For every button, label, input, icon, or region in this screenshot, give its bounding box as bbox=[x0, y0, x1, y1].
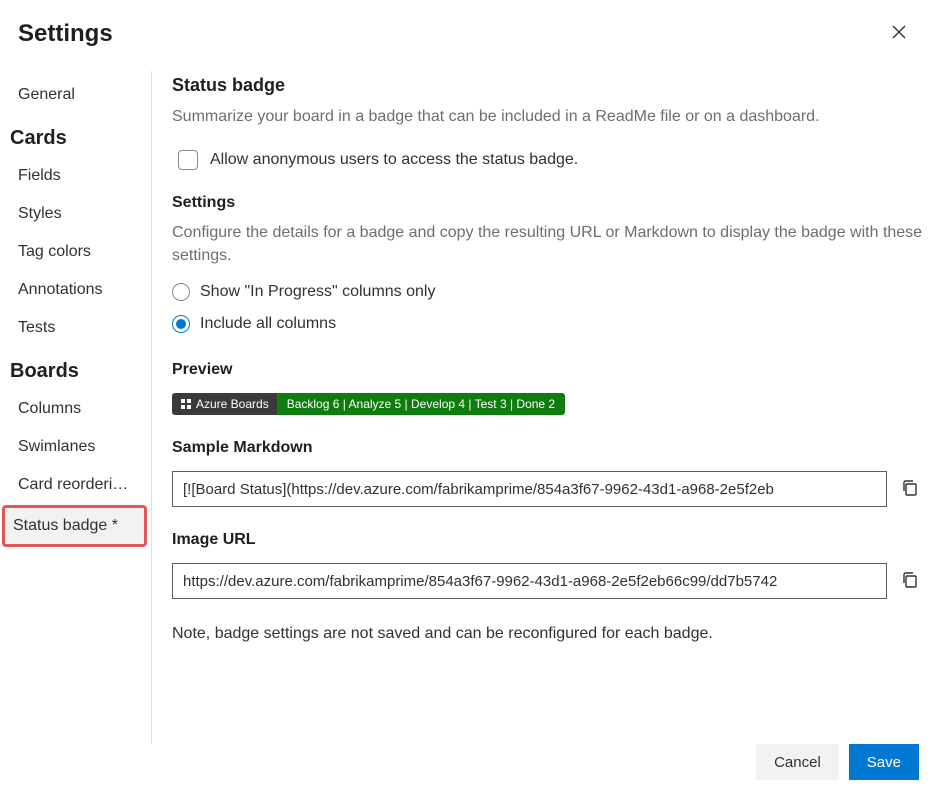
preview-heading: Preview bbox=[172, 361, 923, 379]
copy-icon bbox=[901, 571, 919, 589]
cancel-button[interactable]: Cancel bbox=[756, 744, 839, 780]
radio-allcolumns[interactable] bbox=[172, 315, 190, 333]
settings-dialog: Settings General Cards Fields Styles Tag… bbox=[0, 0, 941, 798]
copy-markdown-button[interactable] bbox=[897, 475, 923, 504]
sidebar-group-boards: Boards bbox=[0, 348, 151, 389]
sidebar-item-general[interactable]: General bbox=[0, 77, 151, 113]
sidebar-item-card-reordering[interactable]: Card reorderi… bbox=[0, 467, 151, 503]
sample-markdown-input[interactable] bbox=[172, 471, 887, 507]
sidebar: General Cards Fields Styles Tag colors A… bbox=[0, 71, 152, 744]
azure-boards-icon bbox=[180, 398, 192, 410]
sidebar-group-cards: Cards bbox=[0, 115, 151, 156]
close-button[interactable] bbox=[885, 18, 913, 49]
image-url-row bbox=[172, 563, 923, 599]
settings-subheading: Settings bbox=[172, 194, 923, 212]
note-text: Note, badge settings are not saved and c… bbox=[172, 625, 923, 643]
section-description: Summarize your board in a badge that can… bbox=[172, 106, 923, 128]
dialog-title: Settings bbox=[18, 20, 113, 48]
image-url-heading: Image URL bbox=[172, 531, 923, 549]
copy-url-button[interactable] bbox=[897, 567, 923, 596]
radio-inprogress-row[interactable]: Show "In Progress" columns only bbox=[172, 283, 923, 301]
radio-allcolumns-label: Include all columns bbox=[200, 315, 336, 333]
dialog-footer: Cancel Save bbox=[0, 744, 941, 798]
anonymous-checkbox[interactable] bbox=[178, 150, 198, 170]
radio-inprogress-label: Show "In Progress" columns only bbox=[200, 283, 435, 301]
badge-left-text: Azure Boards bbox=[196, 393, 269, 415]
radio-inprogress[interactable] bbox=[172, 283, 190, 301]
badge-preview: Azure Boards Backlog 6 | Analyze 5 | Dev… bbox=[172, 393, 565, 415]
sidebar-item-swimlanes[interactable]: Swimlanes bbox=[0, 429, 151, 465]
badge-left: Azure Boards bbox=[172, 393, 277, 415]
sidebar-item-tag-colors[interactable]: Tag colors bbox=[0, 234, 151, 270]
sidebar-item-styles[interactable]: Styles bbox=[0, 196, 151, 232]
anonymous-checkbox-row[interactable]: Allow anonymous users to access the stat… bbox=[178, 150, 923, 170]
dialog-header: Settings bbox=[0, 0, 941, 49]
radio-allcolumns-row[interactable]: Include all columns bbox=[172, 315, 923, 333]
sample-markdown-heading: Sample Markdown bbox=[172, 439, 923, 457]
close-icon bbox=[891, 24, 907, 40]
copy-icon bbox=[901, 479, 919, 497]
sidebar-item-highlight: Status badge * bbox=[2, 505, 147, 547]
dialog-body: General Cards Fields Styles Tag colors A… bbox=[0, 71, 941, 744]
badge-right-text: Backlog 6 | Analyze 5 | Develop 4 | Test… bbox=[277, 393, 565, 415]
sample-markdown-row bbox=[172, 471, 923, 507]
settings-description: Configure the details for a badge and co… bbox=[172, 222, 923, 267]
main-content: Status badge Summarize your board in a b… bbox=[152, 71, 941, 744]
sidebar-item-columns[interactable]: Columns bbox=[0, 391, 151, 427]
sidebar-item-annotations[interactable]: Annotations bbox=[0, 272, 151, 308]
sidebar-item-fields[interactable]: Fields bbox=[0, 158, 151, 194]
image-url-input[interactable] bbox=[172, 563, 887, 599]
sidebar-item-tests[interactable]: Tests bbox=[0, 310, 151, 346]
section-heading: Status badge bbox=[172, 75, 923, 96]
save-button[interactable]: Save bbox=[849, 744, 919, 780]
sidebar-item-status-badge[interactable]: Status badge * bbox=[5, 508, 144, 544]
anonymous-checkbox-label: Allow anonymous users to access the stat… bbox=[210, 151, 578, 169]
